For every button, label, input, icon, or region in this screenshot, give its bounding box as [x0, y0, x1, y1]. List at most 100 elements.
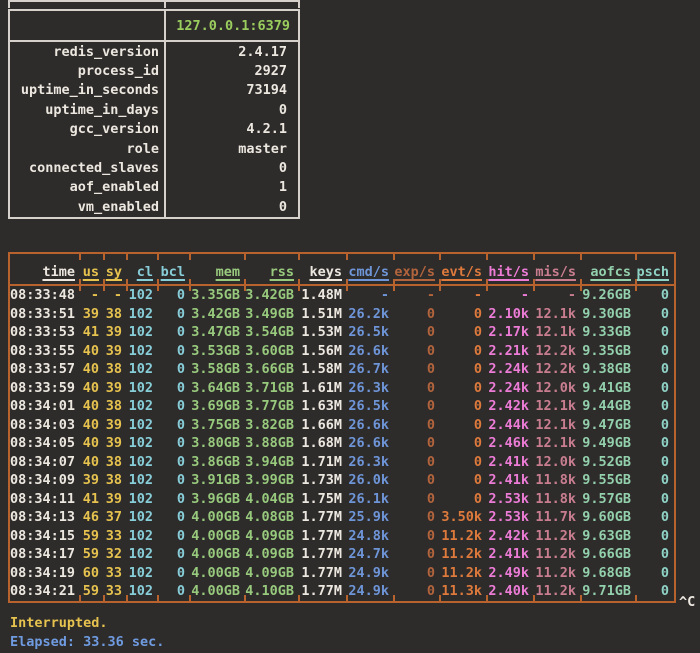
stats-cell-time: 08:34:01 — [10, 397, 80, 416]
border-tick — [533, 279, 535, 291]
info-row-uptime_in_seconds: uptime_in_seconds73194 — [10, 81, 298, 100]
stats-row: 08:33:48--10203.35GB3.42GB1.48M-----9.26… — [10, 286, 674, 305]
stats-cell-mem: 3.86GB — [190, 453, 245, 472]
stats-cell-psch: 0 — [636, 527, 674, 546]
border-tick — [157, 254, 159, 260]
stats-cell-rss: 4.04GB — [245, 490, 299, 509]
stats-column-header-exp-s: exp/s — [394, 264, 440, 280]
border-tick — [126, 254, 128, 260]
info-value: 73194 — [166, 82, 298, 98]
stats-cell-evt-s: 0 — [440, 305, 487, 324]
stats-cell-time: 08:34:13 — [10, 508, 80, 527]
terminal-window: 127.0.0.1:6379 redis_version2.4.17proces… — [0, 0, 700, 653]
stats-cell-us: 40 — [80, 416, 104, 435]
stats-cell-cmd-s: 26.3k — [347, 379, 394, 398]
info-row-gcc_version: gcc_version4.2.1 — [10, 120, 298, 139]
stats-cell-keys: 1.53M — [299, 323, 347, 342]
stats-cell-mem: 3.64GB — [190, 379, 245, 398]
stats-cell-bcl: 0 — [158, 582, 190, 601]
stats-cell-keys: 1.68M — [299, 434, 347, 453]
stats-cell-psch: 0 — [636, 397, 674, 416]
border-tick — [533, 595, 535, 601]
stats-cell-cl: 102 — [127, 305, 158, 324]
stats-cell-rss: 3.94GB — [245, 453, 299, 472]
stats-cell-sy: 33 — [104, 564, 127, 583]
stats-cell-bcl: 0 — [158, 453, 190, 472]
stats-cell-aofcs: 9.47GB — [581, 416, 636, 435]
stats-cell-cl: 102 — [127, 471, 158, 490]
border-tick — [164, 0, 166, 8]
stats-cell-hit-s: - — [487, 286, 534, 305]
stats-cell-rss: 3.66GB — [245, 360, 299, 379]
stats-cell-keys: 1.58M — [299, 360, 347, 379]
stats-cell-sy: 39 — [104, 379, 127, 398]
stats-cell-time: 08:33:55 — [10, 342, 80, 361]
stats-cell-aofcs: 9.33GB — [581, 323, 636, 342]
stats-cell-psch: 0 — [636, 564, 674, 583]
stats-cell-psch: 0 — [636, 508, 674, 527]
previous-table-border-fragment — [8, 0, 300, 2]
stats-cell-cl: 102 — [127, 360, 158, 379]
stats-cell-exp-s: 0 — [394, 397, 440, 416]
stats-cell-rss: 3.60GB — [245, 342, 299, 361]
stats-cell-sy: 38 — [104, 397, 127, 416]
stats-cell-us: 40 — [80, 379, 104, 398]
stats-cell-mis-s: 11.8k — [534, 490, 581, 509]
stats-cell-hit-s: 2.10k — [487, 305, 534, 324]
stats-cell-us: 46 — [80, 508, 104, 527]
stats-cell-keys: 1.77M — [299, 582, 347, 601]
border-tick — [486, 254, 488, 260]
stats-cell-us: 41 — [80, 490, 104, 509]
stats-column-header-cmd-s: cmd/s — [347, 264, 394, 280]
stats-cell-aofcs: 9.63GB — [581, 527, 636, 546]
stats-cell-bcl: 0 — [158, 545, 190, 564]
stats-cell-keys: 1.71M — [299, 453, 347, 472]
stats-cell-evt-s: 0 — [440, 453, 487, 472]
stats-cell-keys: 1.77M — [299, 564, 347, 583]
stats-row: 08:34:09393810203.91GB3.99GB1.73M26.0k00… — [10, 471, 674, 490]
stats-row: 08:34:03403910203.75GB3.82GB1.66M26.6k00… — [10, 416, 674, 435]
stats-cell-psch: 0 — [636, 305, 674, 324]
stats-column-header-cl: cl — [127, 264, 158, 280]
stats-cell-mis-s: 12.0k — [534, 379, 581, 398]
stats-cell-cl: 102 — [127, 582, 158, 601]
stats-cell-us: 41 — [80, 323, 104, 342]
stats-cell-keys: 1.61M — [299, 379, 347, 398]
stats-cell-mis-s: 11.8k — [534, 471, 581, 490]
stats-cell-cl: 102 — [127, 527, 158, 546]
stats-cell-us: 40 — [80, 434, 104, 453]
stats-cell-rss: 3.82GB — [245, 416, 299, 435]
stats-cell-cmd-s: 26.5k — [347, 323, 394, 342]
stats-cell-psch: 0 — [636, 360, 674, 379]
stats-cell-time: 08:34:07 — [10, 453, 80, 472]
stats-cell-exp-s: - — [394, 286, 440, 305]
stats-cell-evt-s: 11.2k — [440, 564, 487, 583]
border-tick — [126, 595, 128, 601]
stats-cell-mis-s: 12.1k — [534, 305, 581, 324]
stats-cell-mem: 3.53GB — [190, 342, 245, 361]
stats-cell-mem: 3.58GB — [190, 360, 245, 379]
stats-cell-exp-s: 0 — [394, 416, 440, 435]
stats-cell-cl: 102 — [127, 545, 158, 564]
border-tick — [533, 254, 535, 260]
stats-cell-exp-s: 0 — [394, 323, 440, 342]
border-tick — [393, 595, 395, 601]
stats-header-row: timeussyclbclmemrsskeyscmd/sexp/sevt/shi… — [10, 254, 674, 284]
stats-cell-mem: 3.96GB — [190, 490, 245, 509]
border-tick — [189, 595, 191, 601]
stats-cell-cmd-s: 26.6k — [347, 342, 394, 361]
stats-cell-time: 08:33:59 — [10, 379, 80, 398]
stats-row: 08:34:21593310204.00GB4.10GB1.77M24.9k01… — [10, 582, 674, 601]
stats-cell-cmd-s: 26.2k — [347, 305, 394, 324]
info-label: gcc_version — [10, 120, 166, 139]
stats-cell-cl: 102 — [127, 342, 158, 361]
info-row-connected_slaves: connected_slaves0 — [10, 158, 298, 177]
stats-column-header-mis-s: mis/s — [534, 264, 581, 280]
info-value: 2.4.17 — [166, 44, 298, 60]
stats-cell-time: 08:33:51 — [10, 305, 80, 324]
info-header-empty-cell — [10, 11, 166, 40]
border-tick — [103, 279, 105, 291]
border-tick — [393, 279, 395, 291]
stats-cell-time: 08:33:57 — [10, 360, 80, 379]
stats-cell-psch: 0 — [636, 434, 674, 453]
